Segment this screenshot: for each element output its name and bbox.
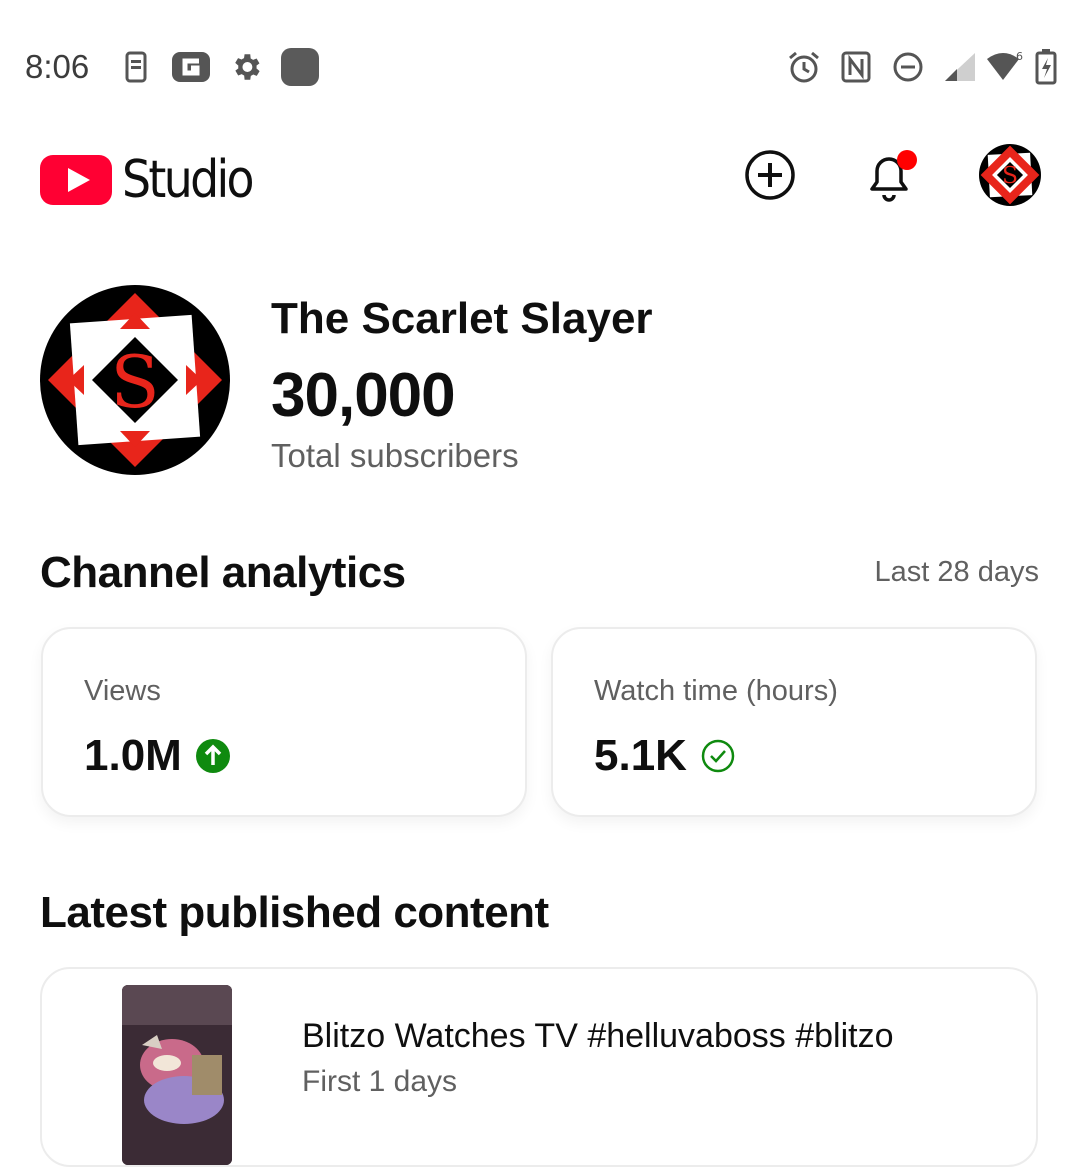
watch-time-value-row: 5.1K [594,731,735,781]
alarm-icon [786,46,822,88]
video-thumbnail[interactable] [122,985,232,1165]
do-not-disturb-icon [891,46,925,88]
notification-dot [897,150,917,170]
settings-icon [228,46,264,88]
views-label: Views [84,675,161,707]
app-name: Studio [122,150,255,210]
views-value: 1.0M [84,731,182,780]
phone-icon [122,46,150,88]
status-bar: 8:06 6 [0,0,1080,130]
analytics-period[interactable]: Last 28 days [875,556,1039,589]
video-title: Blitzo Watches TV #helluvaboss #blitzo [302,1017,894,1055]
wifi-badge: 6 [1016,50,1023,63]
views-value-row: 1.0M [84,731,230,781]
analytics-title: Channel analytics [40,548,406,597]
check-circle-icon [701,739,735,773]
notifications-button[interactable] [860,145,920,205]
channel-name: The Scarlet Slayer [271,294,653,343]
signal-icon [942,46,978,88]
notifications-icon [870,150,917,202]
nfc-icon [840,46,872,88]
views-card[interactable]: Views 1.0M [41,627,527,817]
svg-text:S: S [1002,161,1018,189]
battery-icon [1034,46,1058,88]
subscriber-label: Total subscribers [271,437,519,474]
watch-time-label: Watch time (hours) [594,675,838,707]
account-avatar[interactable]: S [978,143,1042,207]
youtube-studio-logo[interactable]: Studio [40,150,270,210]
create-button[interactable] [740,145,800,205]
video-subtitle: First 1 days [302,1065,458,1098]
status-time: 8:06 [25,48,90,85]
g-app-icon [170,46,212,88]
subscriber-count: 30,000 [271,361,456,430]
youtube-play-icon [40,155,112,205]
avatar-letter: S [110,340,159,424]
up-arrow-icon [195,739,230,773]
watch-time-value: 5.1K [594,731,687,780]
channel-avatar[interactable]: S [40,285,230,475]
latest-content-title: Latest published content [40,888,549,937]
watch-time-card[interactable]: Watch time (hours) 5.1K [551,627,1037,817]
create-icon [745,150,795,200]
app-square-icon [281,46,319,88]
latest-video-card[interactable]: Blitzo Watches TV #helluvaboss #blitzo F… [40,967,1038,1167]
wifi-icon: 6 [986,46,1026,88]
